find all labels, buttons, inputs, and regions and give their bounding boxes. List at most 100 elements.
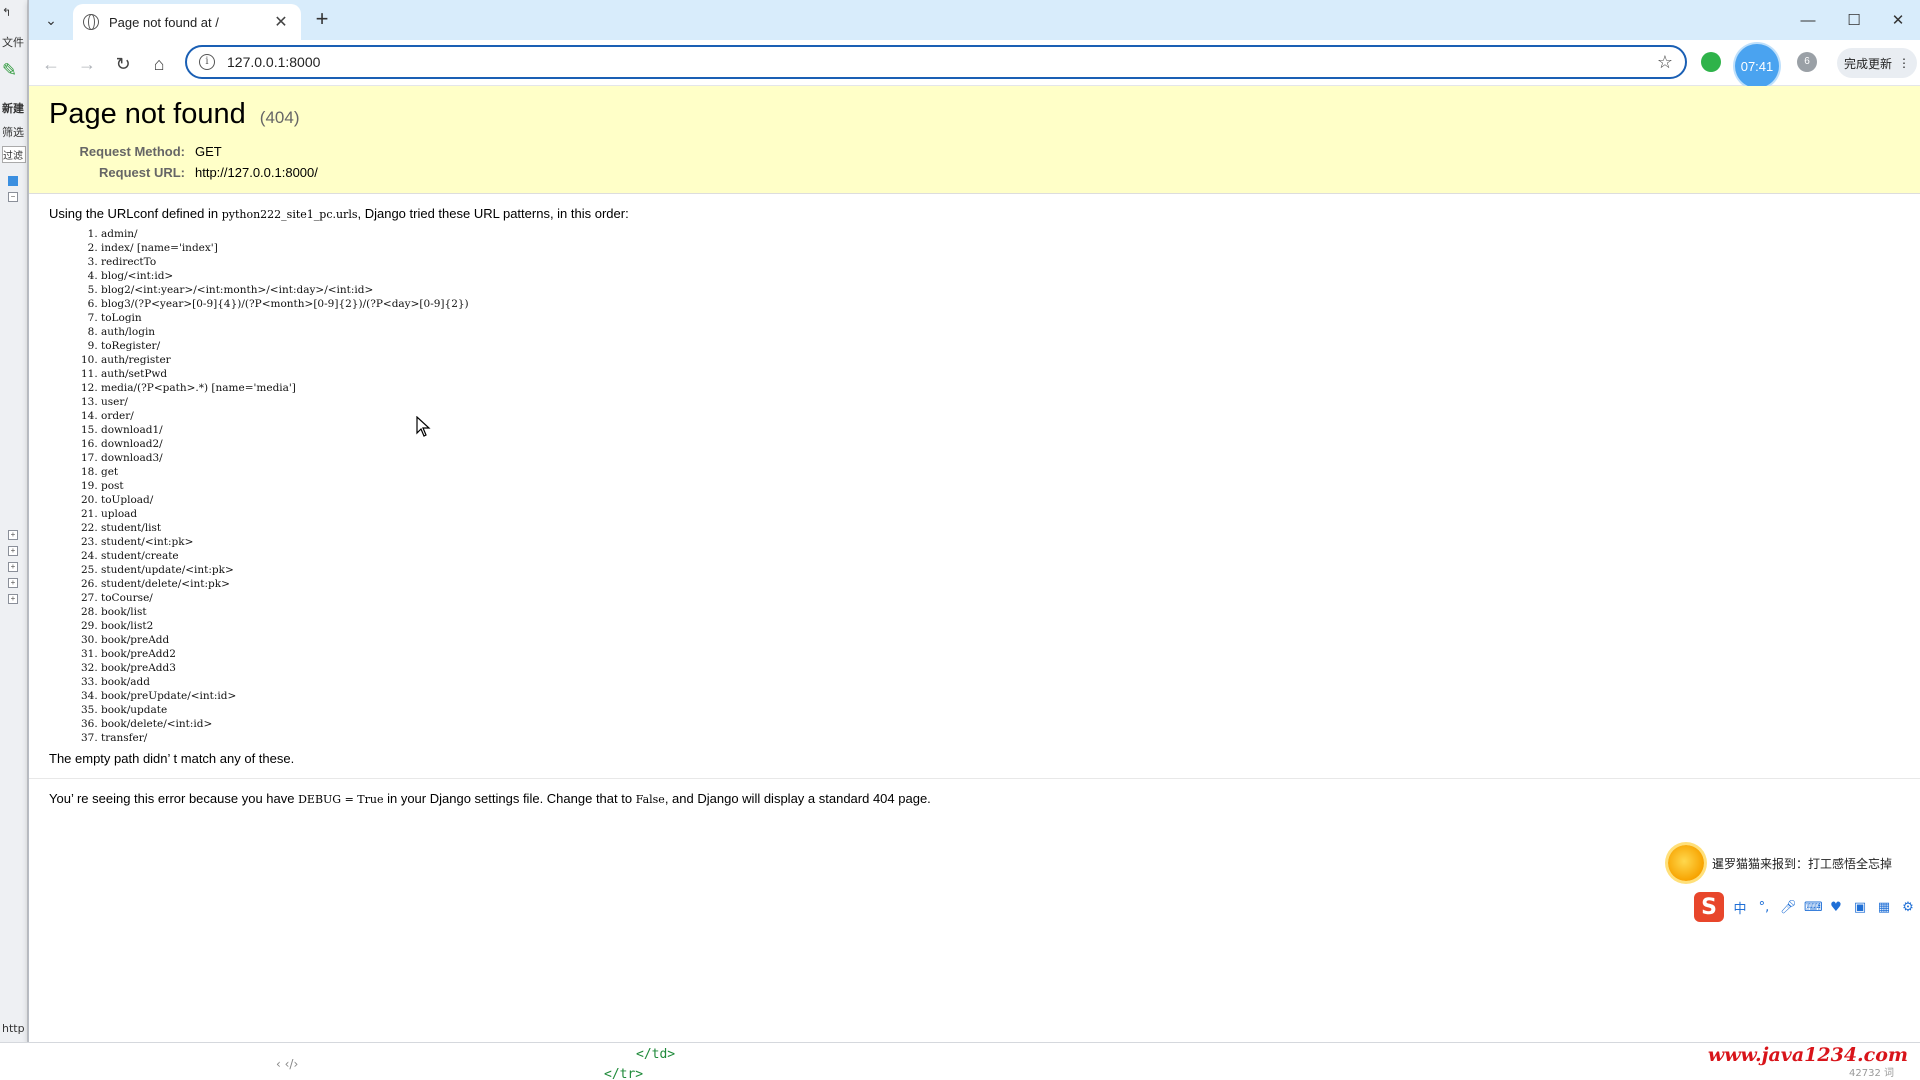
home-icon[interactable]: ⌂ <box>145 50 173 78</box>
address-bar[interactable]: i ☆ <box>185 45 1687 79</box>
url-pattern-item: student/create <box>101 549 1901 563</box>
background-editor: ‹ ‹/› </td> </tr> <box>0 1042 1920 1080</box>
grid-icon[interactable]: ▦ <box>1876 900 1892 915</box>
page-title: Page not found (404) <box>49 98 1901 131</box>
update-button[interactable]: 完成更新 ⋮ <box>1837 48 1917 78</box>
file-menu[interactable]: 文件 <box>2 34 26 50</box>
back-arrow-icon[interactable]: ← <box>37 50 65 78</box>
tree-node-icon[interactable] <box>8 176 18 186</box>
lead-text: , Django tried these URL patterns, in th… <box>357 206 629 221</box>
menu-kebab-icon: ⋮ <box>1898 56 1910 70</box>
url-pattern-item: post <box>101 479 1901 493</box>
url-pattern-item: student/update/<int:pk> <box>101 563 1901 577</box>
tree-expand-icon[interactable]: + <box>8 594 18 604</box>
editor-code-line: </tr> <box>604 1067 644 1080</box>
toolbox-icon[interactable]: ▣ <box>1852 900 1868 915</box>
url-pattern-item: book/list <box>101 605 1901 619</box>
window-close-icon[interactable]: ✕ <box>1875 0 1920 40</box>
explain-text: in your Django settings file. Change tha… <box>383 791 636 806</box>
error-summary: Page not found (404) Request Method: GET… <box>29 86 1920 194</box>
url-pattern-item: upload <box>101 507 1901 521</box>
tab-title: Page not found at / <box>109 14 219 30</box>
tree-expand-icon[interactable]: + <box>8 546 18 556</box>
maximize-icon[interactable]: ☐ <box>1831 0 1877 40</box>
urlconf-lead: Using the URLconf defined in python222_s… <box>49 206 1901 221</box>
globe-icon <box>83 14 99 30</box>
site-info-icon[interactable]: i <box>199 54 215 70</box>
explain-text: You’ re seeing this error because you ha… <box>49 791 299 806</box>
tab-bar: ⌄ Page not found at / ✕ + — ☐ ✕ <box>29 0 1920 40</box>
extension-shield-icon[interactable] <box>1701 52 1721 72</box>
url-pattern-item: toLogin <box>101 311 1901 325</box>
meta-key: Request Method: <box>79 144 185 159</box>
meta-value: http://127.0.0.1:8000/ <box>195 165 318 180</box>
ime-mode-toggle[interactable]: 中 <box>1732 898 1748 917</box>
url-pattern-item: index/ [name='index'] <box>101 241 1901 255</box>
url-pattern-item: auth/register <box>101 353 1901 367</box>
punctuation-icon[interactable]: °, <box>1756 900 1772 915</box>
microphone-icon[interactable]: 🎤︎ <box>1780 900 1797 915</box>
ime-message: 暹罗猫猫来报到：打工感悟全忘掉 <box>1712 856 1893 871</box>
forward-arrow-icon[interactable]: → <box>73 50 101 78</box>
url-pattern-item: transfer/ <box>101 731 1901 745</box>
error-code: (404) <box>259 108 300 127</box>
tab-active[interactable]: Page not found at / ✕ <box>73 4 301 40</box>
extension-badge-icon[interactable]: 6 <box>1797 52 1817 72</box>
url-pattern-item: download2/ <box>101 437 1901 451</box>
new-tab-plus-icon[interactable]: + <box>309 8 335 32</box>
bookmark-star-icon[interactable]: ☆ <box>1657 52 1673 73</box>
minimize-icon[interactable]: — <box>1785 0 1831 40</box>
url-pattern-item: book/delete/<int:id> <box>101 717 1901 731</box>
new-button[interactable]: 新建 <box>2 100 26 116</box>
meta-value: GET <box>195 144 222 159</box>
sun-mascot-icon <box>1668 845 1704 881</box>
url-input[interactable] <box>227 54 1657 70</box>
tab-close-icon[interactable]: ✕ <box>271 12 291 32</box>
ime-toolbar: S 中 °, 🎤︎ ⌨ ♥ ▣ ▦ ⚙ <box>1694 892 1920 922</box>
url-pattern-item: toUpload/ <box>101 493 1901 507</box>
leaf-icon: ✎ <box>2 60 18 81</box>
meta-row: Request Method: GET <box>49 141 1901 162</box>
url-pattern-item: user/ <box>101 395 1901 409</box>
meta-key: Request URL: <box>99 165 185 180</box>
empty-path-message: The empty path didn’ t match any of thes… <box>49 751 295 766</box>
update-label: 完成更新 <box>1843 56 1892 71</box>
lead-text: Using the URLconf defined in <box>49 206 222 221</box>
error-title: Page not found <box>49 98 246 130</box>
page-content: Page not found (404) Request Method: GET… <box>29 86 1920 1042</box>
url-pattern-item: book/list2 <box>101 619 1901 633</box>
ime-notification[interactable]: 暹罗猫猫来报到：打工感悟全忘掉 <box>1668 845 1893 881</box>
word-count: 42732 词 <box>1849 1068 1894 1079</box>
tree-expand-icon[interactable]: + <box>8 578 18 588</box>
url-pattern-list: admin/index/ [name='index']redirectToblo… <box>101 227 1901 745</box>
url-pattern-item: admin/ <box>101 227 1901 241</box>
reload-icon[interactable]: ↻ <box>109 50 137 78</box>
tab-search-chevron-icon[interactable]: ⌄ <box>37 8 65 32</box>
url-pattern-item: toRegister/ <box>101 339 1901 353</box>
url-pattern-item: download3/ <box>101 451 1901 465</box>
url-pattern-item: book/preUpdate/<int:id> <box>101 689 1901 703</box>
keyboard-icon[interactable]: ⌨ <box>1804 900 1823 915</box>
false-code: False <box>635 793 665 806</box>
url-pattern-item: toCourse/ <box>101 591 1901 605</box>
back-arrow-icon[interactable]: ↰ <box>2 6 26 19</box>
url-pattern-item: student/delete/<int:pk> <box>101 577 1901 591</box>
url-pattern-item: student/<int:pk> <box>101 535 1901 549</box>
url-pattern-item: book/add <box>101 675 1901 689</box>
tree-expand-icon[interactable]: + <box>8 530 18 540</box>
debug-explanation: You’ re seeing this error because you ha… <box>29 778 1920 818</box>
url-pattern-item: book/update <box>101 703 1901 717</box>
skin-icon[interactable]: ♥ <box>1828 900 1844 915</box>
explain-text: , and Django will display a standard 404… <box>664 791 931 806</box>
filter-input[interactable]: 过滤 <box>2 146 26 163</box>
tree-expand-icon[interactable]: + <box>8 562 18 572</box>
url-pattern-item: student/list <box>101 521 1901 535</box>
url-pattern-item: redirectTo <box>101 255 1901 269</box>
settings-gear-icon[interactable]: ⚙ <box>1900 900 1916 915</box>
sogou-logo-icon[interactable]: S <box>1694 892 1724 922</box>
clock-avatar[interactable]: 07:41 <box>1735 44 1779 88</box>
tree-collapse-icon[interactable]: − <box>8 192 18 202</box>
background-app-strip: ↰ 文件 ✎ 新建 筛选 过滤 − + + + + + http <box>0 0 28 1080</box>
url-pattern-item: book/preAdd2 <box>101 647 1901 661</box>
editor-nav[interactable]: ‹ ‹/› <box>276 1057 298 1071</box>
